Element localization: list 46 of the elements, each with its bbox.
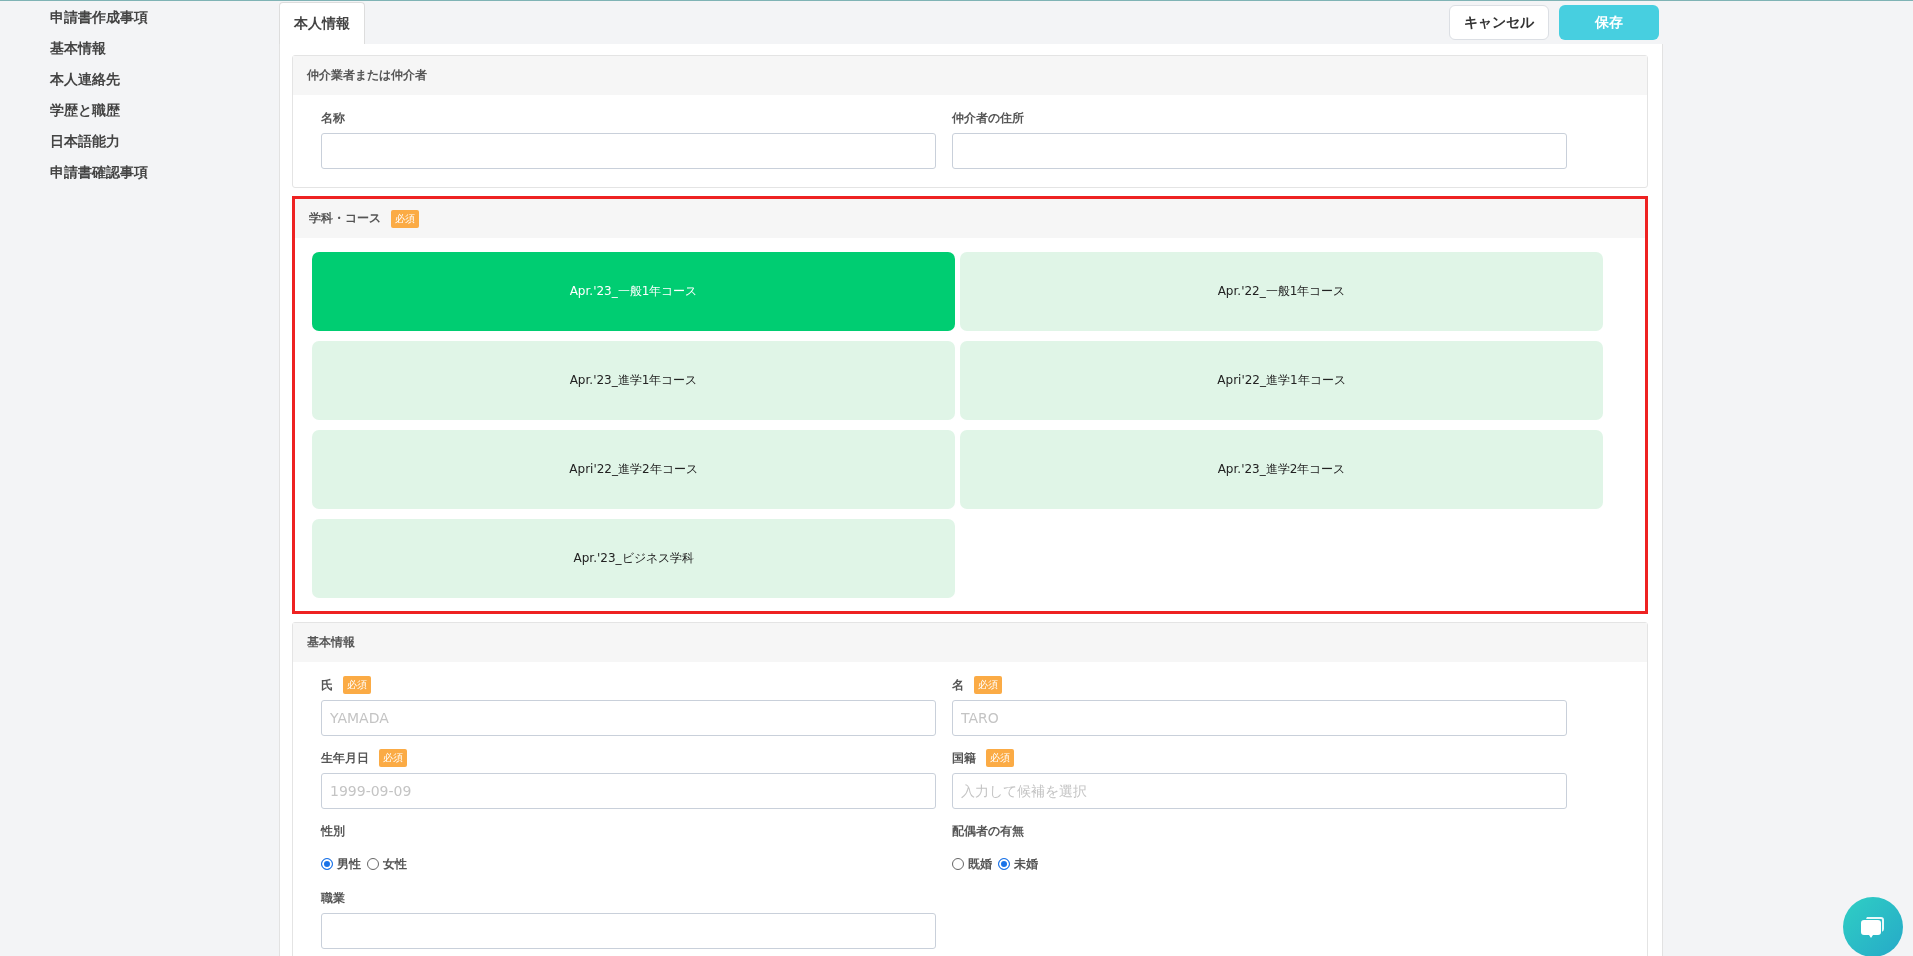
radio-button[interactable] — [952, 858, 964, 870]
field-label: 国籍 — [952, 749, 976, 767]
required-badge: 必須 — [974, 676, 1002, 694]
sidebar-item[interactable]: 基本情報 — [50, 38, 106, 58]
radio-label[interactable]: 未婚 — [1014, 855, 1038, 873]
course-option[interactable]: Apr.'23_ビジネス学科 — [312, 519, 955, 598]
course-option[interactable]: Apr.'22_一般1年コース — [960, 252, 1603, 331]
radio-label[interactable]: 既婚 — [968, 855, 992, 873]
radio-label[interactable]: 男性 — [337, 855, 361, 873]
sidebar-item[interactable]: 日本語能力 — [50, 131, 120, 151]
sidebar-item[interactable]: 申請書作成事項 — [50, 7, 148, 27]
input-field[interactable]: YAMADA — [321, 700, 936, 736]
field-label: 性別 — [321, 822, 345, 840]
tab[interactable]: 本人情報 — [279, 2, 365, 45]
field-label: 配偶者の有無 — [952, 822, 1024, 840]
course-option[interactable]: Apri'22_進学2年コース — [312, 430, 955, 509]
section-title: 学科・コース — [309, 210, 381, 227]
field-label: 名称 — [321, 109, 345, 127]
input-field[interactable]: TARO — [952, 700, 1567, 736]
input-field[interactable]: 1999-09-09 — [321, 773, 936, 809]
chat-button[interactable] — [1843, 897, 1903, 956]
cancel-button[interactable]: キャンセル — [1449, 5, 1549, 40]
section-title: 基本情報 — [307, 634, 355, 651]
required-badge: 必須 — [986, 749, 1014, 767]
input-field[interactable] — [321, 913, 936, 949]
course-option[interactable]: Apri'22_進学1年コース — [960, 341, 1603, 420]
course-option[interactable]: Apr.'23_進学2年コース — [960, 430, 1603, 509]
input-field[interactable] — [952, 133, 1567, 169]
radio-button[interactable] — [321, 858, 333, 870]
sidebar-item[interactable]: 本人連絡先 — [50, 69, 120, 89]
input-field[interactable] — [321, 133, 936, 169]
required-badge: 必須 — [343, 676, 371, 694]
field-label: 職業 — [321, 889, 345, 907]
radio-button[interactable] — [367, 858, 379, 870]
course-option[interactable]: Apr.'23_進学1年コース — [312, 341, 955, 420]
field-label: 名 — [952, 676, 964, 694]
field-label: 氏 — [321, 676, 333, 694]
required-badge: 必須 — [391, 209, 419, 228]
field-label: 生年月日 — [321, 749, 369, 767]
section-title: 仲介業者または仲介者 — [307, 67, 427, 84]
radio-button[interactable] — [998, 858, 1010, 870]
required-badge: 必須 — [379, 749, 407, 767]
field-label: 仲介者の住所 — [952, 109, 1024, 127]
sidebar-item[interactable]: 申請書確認事項 — [50, 162, 148, 182]
radio-label[interactable]: 女性 — [383, 855, 407, 873]
sidebar-item[interactable]: 学歴と職歴 — [50, 100, 120, 120]
